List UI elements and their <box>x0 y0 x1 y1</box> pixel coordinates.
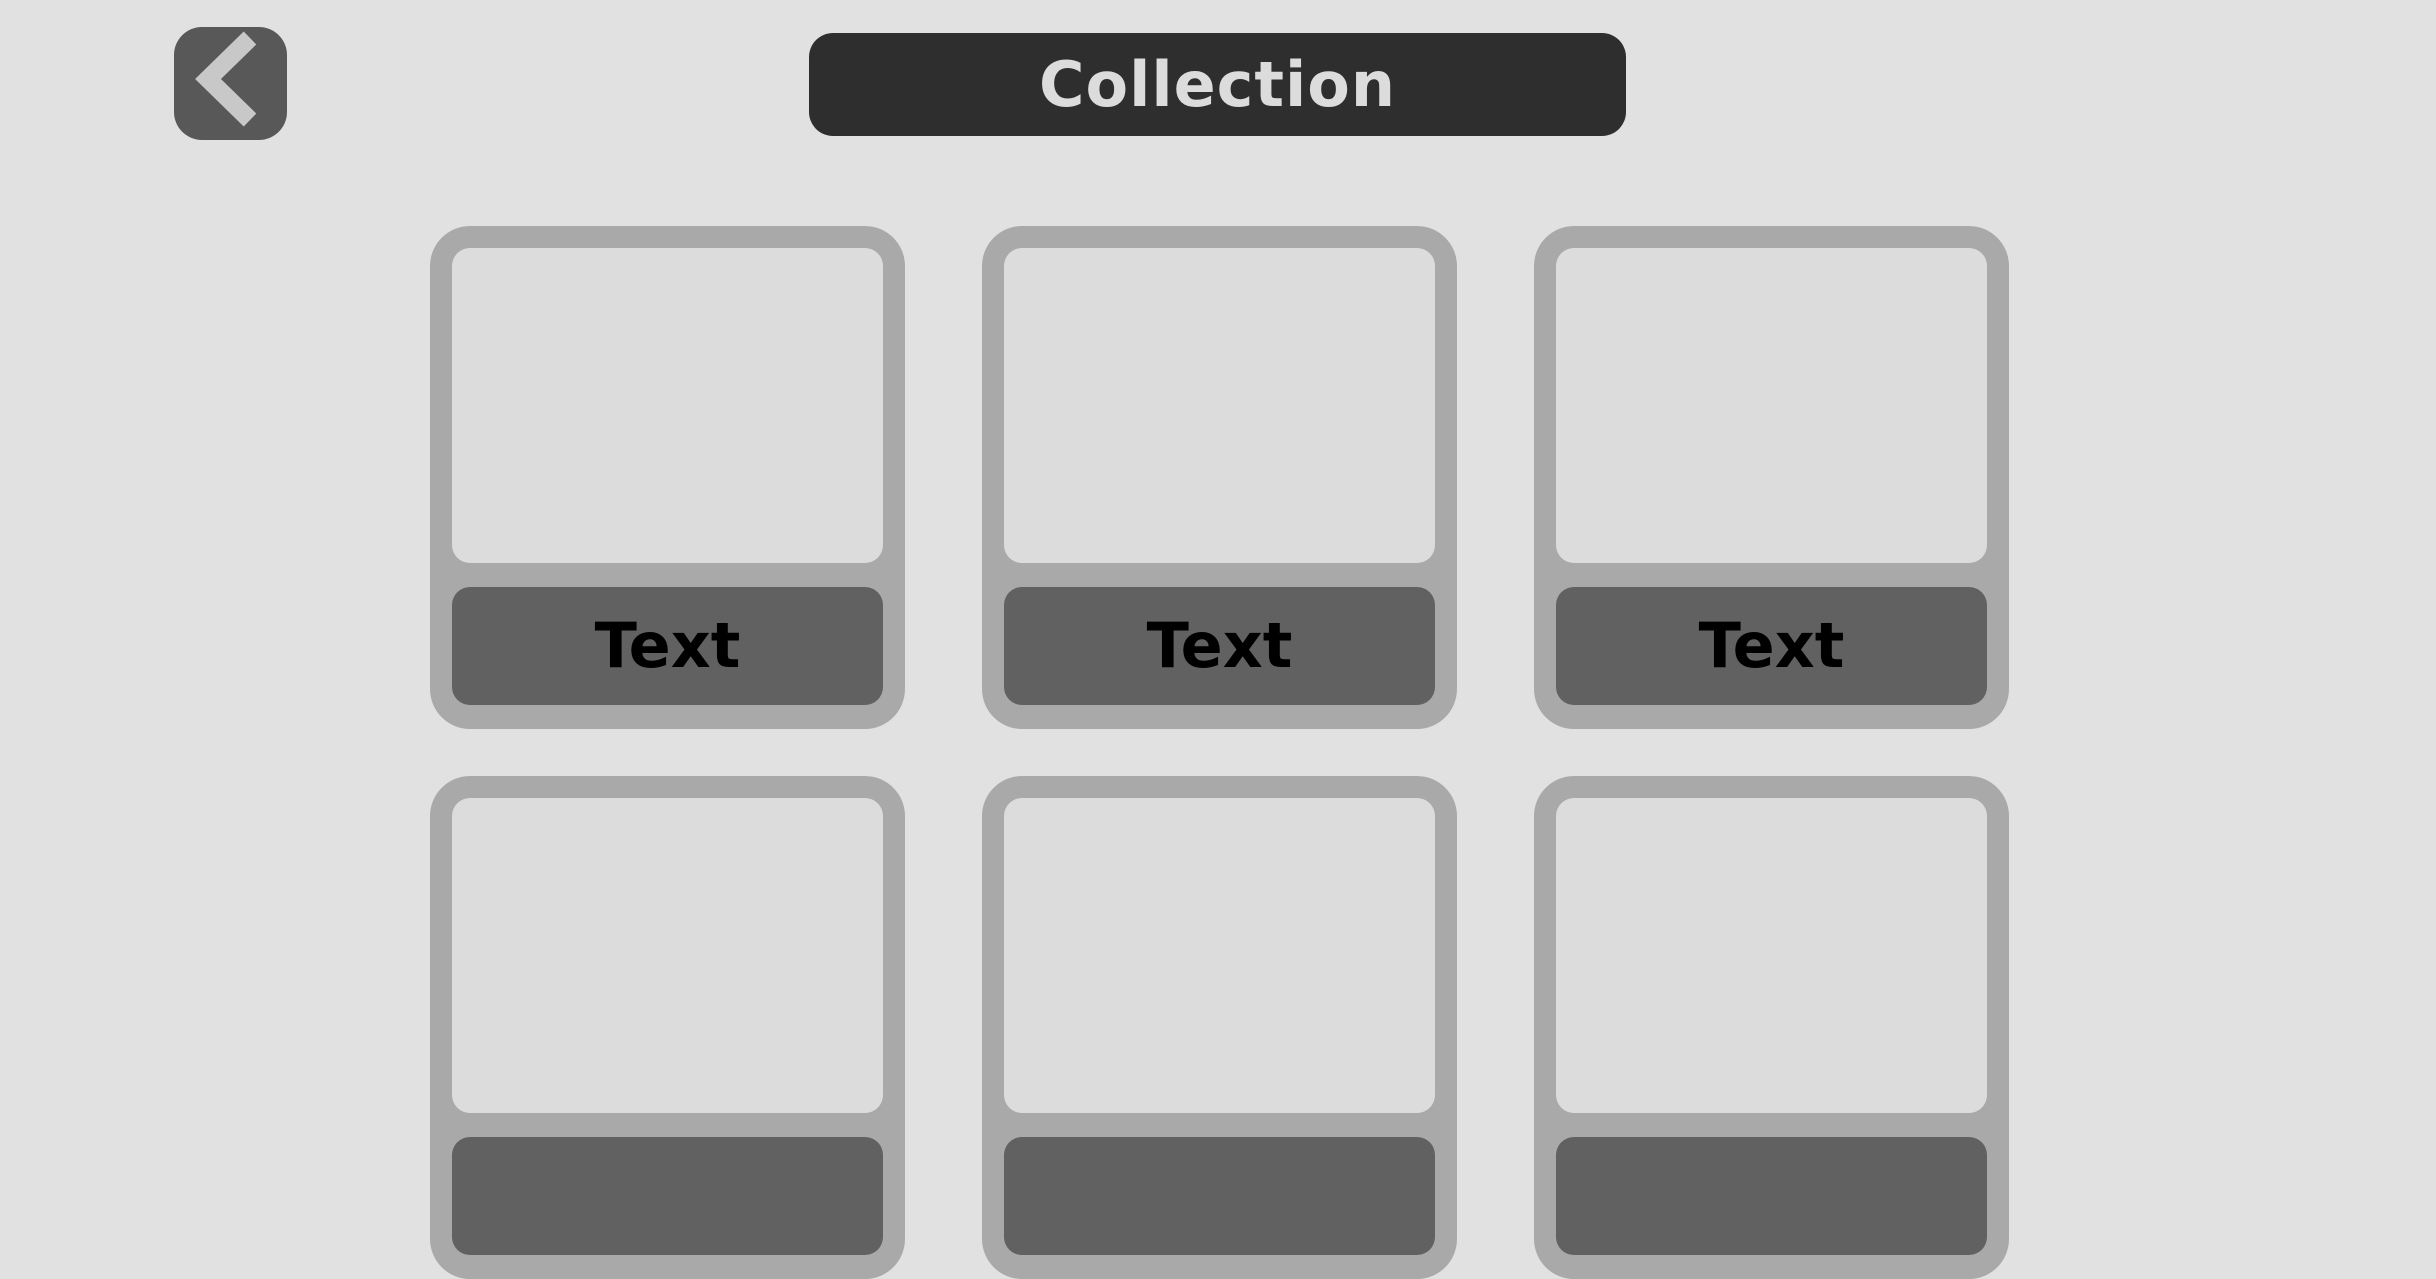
collection-card[interactable] <box>1534 776 2009 1279</box>
collection-card[interactable]: Text <box>1534 226 2009 729</box>
card-image-placeholder <box>1004 248 1435 563</box>
card-label-button[interactable]: Text <box>1556 587 1987 705</box>
card-image-placeholder <box>1556 248 1987 563</box>
card-label-text: Text <box>1146 609 1293 682</box>
card-label-button[interactable]: Text <box>1004 587 1435 705</box>
card-image-placeholder <box>1004 798 1435 1113</box>
collection-card[interactable] <box>430 776 905 1279</box>
collection-card[interactable]: Text <box>430 226 905 729</box>
card-label-button[interactable] <box>1004 1137 1435 1255</box>
card-label-text: Text <box>1698 609 1845 682</box>
card-image-placeholder <box>452 798 883 1113</box>
card-label-text: Text <box>594 609 741 682</box>
card-label-button[interactable] <box>1556 1137 1987 1255</box>
card-label-button[interactable]: Text <box>452 587 883 705</box>
card-image-placeholder <box>452 248 883 563</box>
card-label-button[interactable] <box>452 1137 883 1255</box>
collection-card[interactable]: Text <box>982 226 1457 729</box>
collection-card[interactable] <box>982 776 1457 1279</box>
card-image-placeholder <box>1556 798 1987 1113</box>
collection-grid: Text Text Text <box>0 0 2436 1279</box>
